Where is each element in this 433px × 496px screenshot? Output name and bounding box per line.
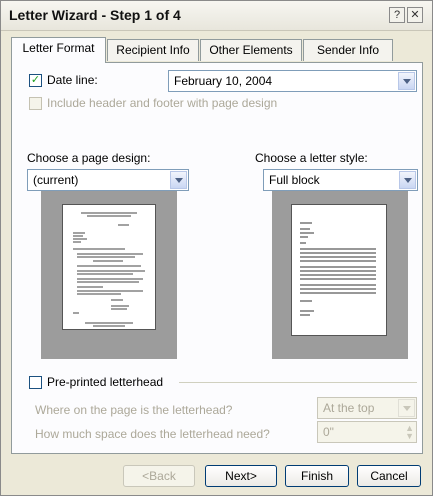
next-button[interactable]: Next>	[205, 465, 277, 487]
page-design-sketch	[73, 212, 145, 327]
letterhead-space-spinner[interactable]: 0" ▲ ▼	[317, 421, 417, 443]
page-design-label: Choose a page design:	[27, 151, 151, 165]
include-header-footer-label: Include header and footer with page desi…	[47, 96, 278, 110]
letterhead-where-select[interactable]: At the top	[317, 397, 417, 419]
finish-button[interactable]: Finish	[285, 465, 349, 487]
letter-style-thumbnail	[291, 204, 387, 336]
letterhead-label: Pre-printed letterhead	[47, 375, 164, 389]
letter-wizard-dialog: Letter Wizard - Step 1 of 4 ? ✕ Letter F…	[0, 0, 433, 496]
date-line-value: February 10, 2004	[174, 74, 273, 88]
cancel-button[interactable]: Cancel	[357, 465, 421, 487]
tab-sender-info-label: Sender Info	[316, 43, 380, 57]
dialog-title: Letter Wizard - Step 1 of 4	[9, 7, 181, 23]
spinner-icon[interactable]: ▲ ▼	[405, 424, 414, 441]
chevron-down-icon[interactable]	[398, 72, 415, 90]
page-design-select[interactable]: (current)	[27, 169, 189, 191]
letter-style-select[interactable]: Full block	[263, 169, 418, 191]
chevron-down-icon[interactable]	[399, 171, 416, 189]
tab-letter-format[interactable]: Letter Format	[11, 37, 106, 63]
tab-other-elements[interactable]: Other Elements	[200, 39, 302, 61]
tab-letter-format-label: Letter Format	[22, 41, 95, 55]
letter-style-label: Choose a letter style:	[255, 151, 368, 165]
tab-recipient-info-label: Recipient Info	[116, 43, 190, 57]
chevron-down-icon[interactable]	[170, 171, 187, 189]
page-design-preview	[41, 191, 177, 359]
letterhead-where-value: At the top	[323, 401, 375, 415]
help-button[interactable]: ?	[389, 7, 405, 23]
date-line-label: Date line:	[47, 73, 98, 87]
tab-recipient-info[interactable]: Recipient Info	[107, 39, 199, 61]
date-line-select[interactable]: February 10, 2004	[168, 70, 417, 92]
title-bar: Letter Wizard - Step 1 of 4 ? ✕	[1, 1, 432, 31]
back-button[interactable]: <Back	[123, 465, 195, 487]
letterhead-checkbox[interactable]	[29, 376, 42, 389]
date-line-checkbox[interactable]: ✓	[29, 74, 42, 87]
page-design-value: (current)	[33, 173, 79, 187]
tab-sender-info[interactable]: Sender Info	[303, 39, 393, 61]
letter-style-value: Full block	[269, 173, 320, 187]
letterhead-space-value: 0"	[323, 425, 334, 439]
letterhead-separator	[179, 382, 417, 383]
letter-style-sketch	[300, 222, 376, 316]
letterhead-space-label: How much space does the letterhead need?	[35, 427, 270, 441]
close-button[interactable]: ✕	[407, 7, 423, 23]
tab-other-elements-label: Other Elements	[209, 43, 293, 57]
page-design-thumbnail	[62, 204, 156, 330]
chevron-down-icon[interactable]	[398, 399, 415, 417]
letterhead-where-label: Where on the page is the letterhead?	[35, 403, 233, 417]
include-header-footer-checkbox[interactable]	[29, 97, 42, 110]
letter-style-preview	[272, 191, 408, 359]
